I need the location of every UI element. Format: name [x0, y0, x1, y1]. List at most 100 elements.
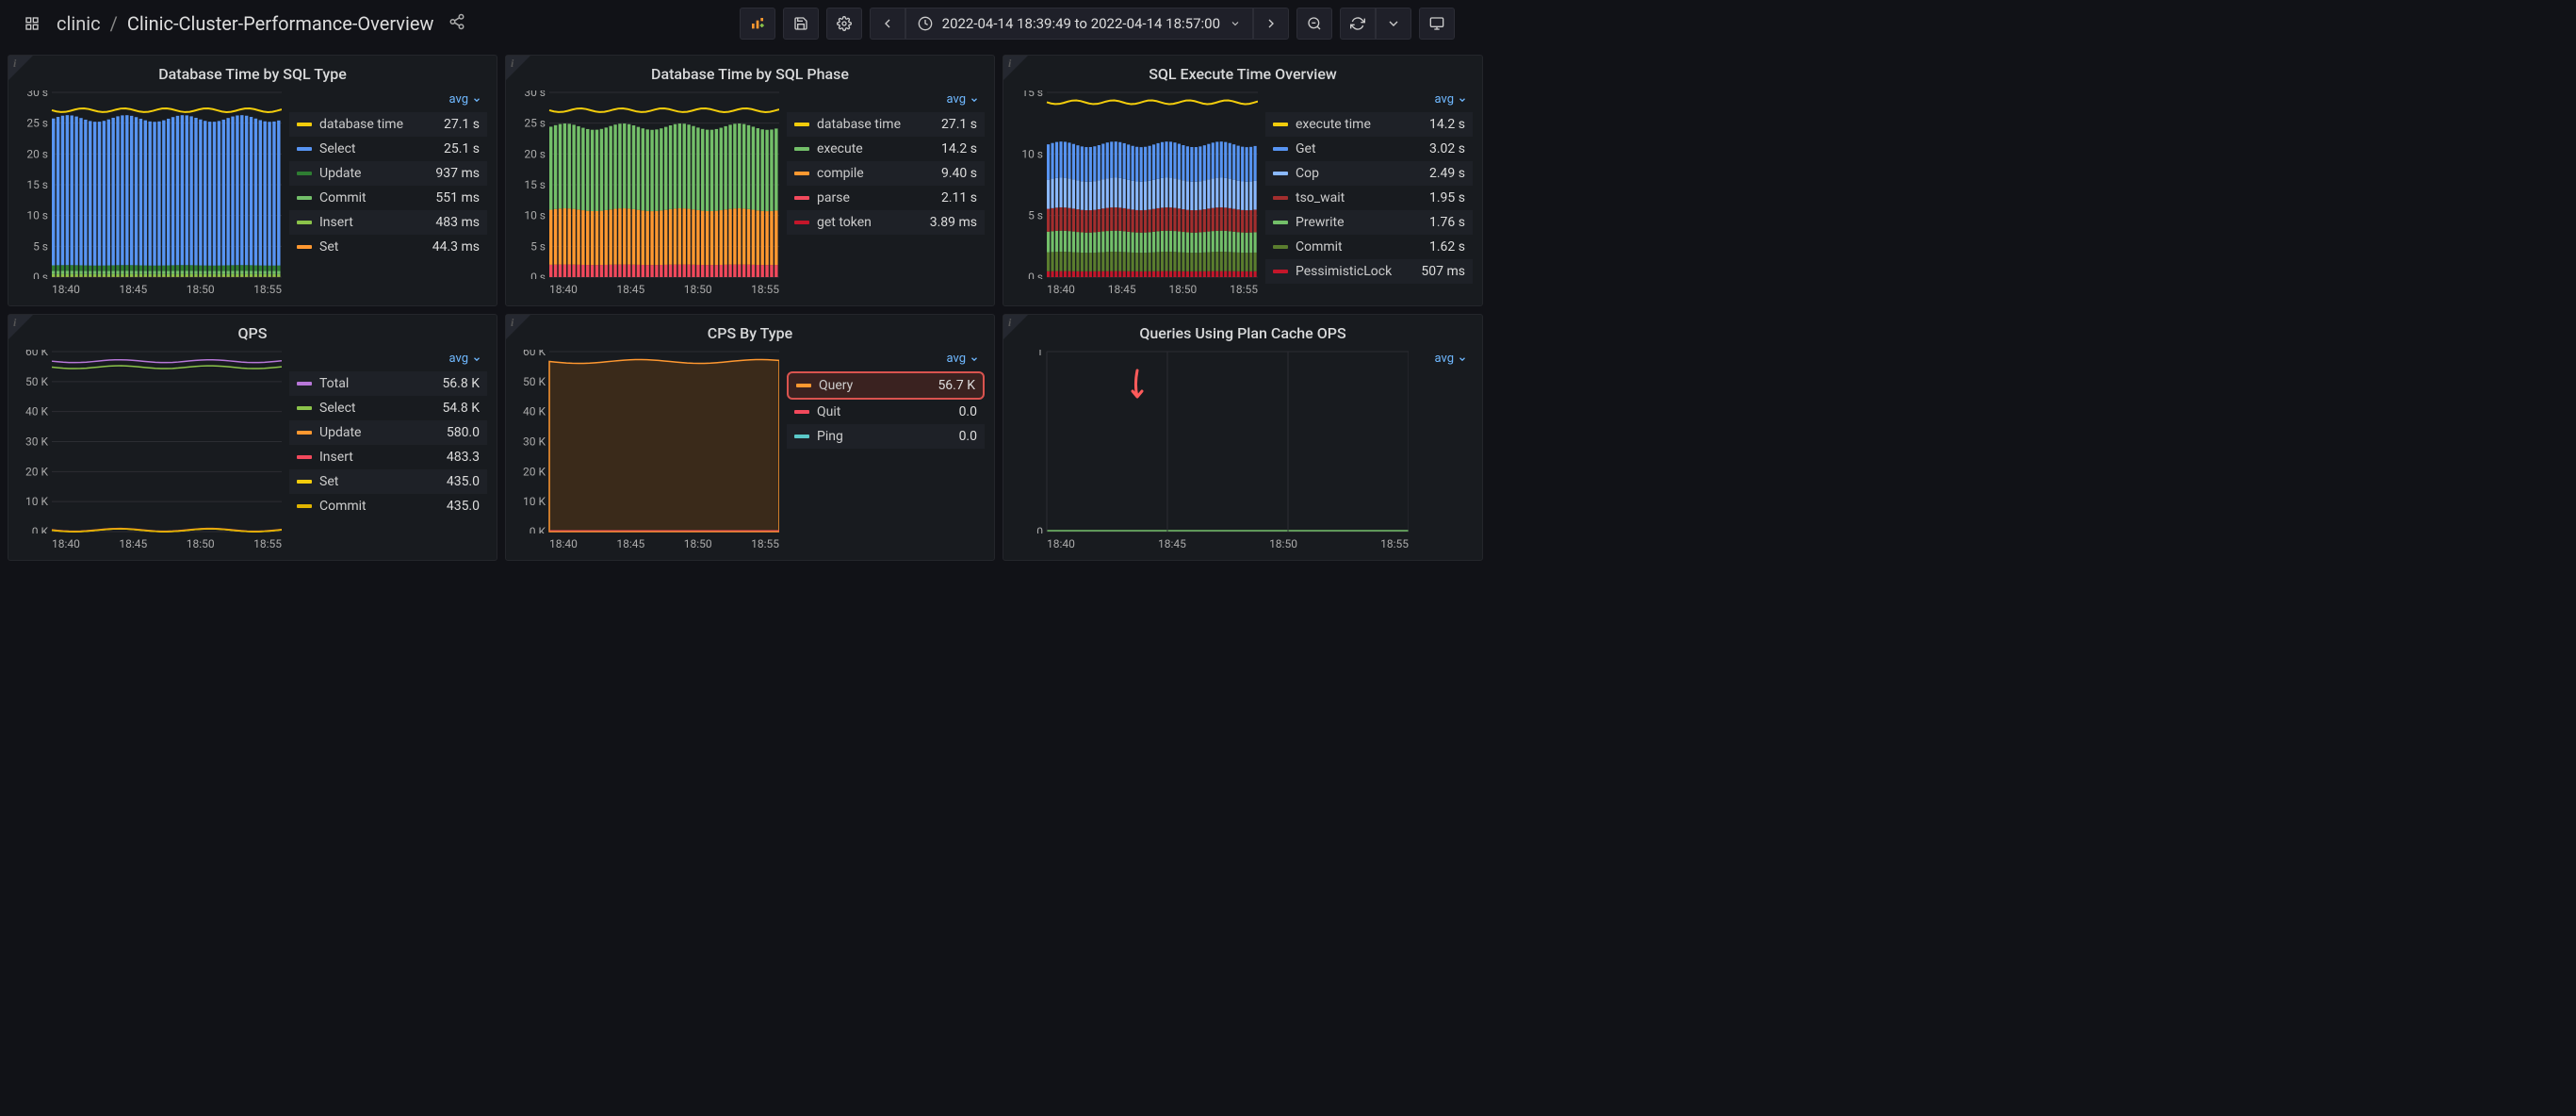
legend-swatch [1273, 245, 1288, 249]
zoom-out-button[interactable] [1296, 8, 1332, 40]
x-tick: 18:55 [1380, 537, 1409, 550]
chart-area[interactable]: 0 K10 K20 K30 K40 K50 K60 K 18:4018:4518… [515, 350, 779, 550]
legend-row[interactable]: Select 25.1 s [289, 137, 487, 161]
share-icon[interactable] [448, 12, 465, 35]
legend-row[interactable]: parse 2.11 s [787, 186, 985, 210]
legend-row[interactable]: Total 56.8 K [289, 371, 487, 396]
legend-label: database time [319, 117, 436, 132]
legend-label: Set [319, 239, 425, 254]
info-icon[interactable]: i [13, 57, 16, 71]
legend: avg Query 56.7 K Quit 0.0 Ping 0.0 [787, 350, 985, 550]
legend-row[interactable]: Commit 1.62 s [1265, 235, 1473, 259]
info-icon[interactable]: i [1008, 316, 1011, 330]
legend-value: 0.0 [959, 429, 977, 444]
info-icon[interactable]: i [511, 57, 514, 71]
legend-mode-label: avg [449, 92, 469, 107]
legend-label: Get [1296, 141, 1422, 156]
x-tick: 18:45 [616, 283, 644, 296]
x-tick: 18:45 [119, 283, 147, 296]
legend-row[interactable]: Insert 483.3 [289, 445, 487, 469]
legend-mode-selector[interactable]: avg [787, 90, 985, 112]
x-axis-ticks: 18:4018:4518:5018:55 [515, 279, 779, 296]
x-tick: 18:45 [616, 537, 644, 550]
save-dashboard-button[interactable] [783, 8, 819, 40]
chart-area[interactable]: 0 s5 s10 s15 s20 s25 s30 s 18:4018:4518:… [18, 90, 282, 296]
chart-area[interactable]: 0 s5 s10 s15 s20 s25 s30 s 18:4018:4518:… [515, 90, 779, 296]
legend-row[interactable]: Update 580.0 [289, 420, 487, 445]
legend-mode-label: avg [449, 352, 469, 366]
panel-title: QPS [18, 320, 487, 350]
cycle-view-button[interactable] [1419, 8, 1455, 40]
info-icon[interactable]: i [511, 316, 514, 330]
x-axis-ticks: 18:4018:4518:5018:55 [1013, 533, 1409, 550]
legend-row[interactable]: database time 27.1 s [289, 112, 487, 137]
x-tick: 18:55 [751, 283, 779, 296]
x-tick: 18:40 [549, 537, 578, 550]
chart-area[interactable]: 0 K10 K20 K30 K40 K50 K60 K 18:4018:4518… [18, 350, 282, 550]
time-range-back-button[interactable] [870, 8, 905, 40]
panel-sql-exec-time[interactable]: i SQL Execute Time Overview 0 s5 s10 s15… [1003, 55, 1483, 306]
legend-label: Cop [1296, 166, 1422, 181]
legend-row[interactable]: PessimisticLock 507 ms [1265, 259, 1473, 284]
legend-row[interactable]: Quit 0.0 [787, 400, 985, 424]
legend-row[interactable]: Update 937 ms [289, 161, 487, 186]
legend-value: 507 ms [1421, 264, 1465, 279]
legend-row[interactable]: Commit 435.0 [289, 494, 487, 518]
legend-value: 3.89 ms [930, 215, 977, 230]
legend-mode-selector[interactable]: avg [787, 350, 985, 371]
legend-row[interactable]: Get 3.02 s [1265, 137, 1473, 161]
breadcrumb-folder[interactable]: clinic [57, 12, 101, 35]
panel-qps[interactable]: i QPS 0 K10 K20 K30 K40 K50 K60 K 18:401… [8, 314, 497, 561]
refresh-button[interactable] [1340, 8, 1376, 40]
x-tick: 18:55 [1230, 283, 1258, 296]
legend-row[interactable]: Insert 483 ms [289, 210, 487, 235]
legend-row[interactable]: Ping 0.0 [787, 424, 985, 449]
legend-row[interactable]: compile 9.40 s [787, 161, 985, 186]
time-range-forward-button[interactable] [1253, 8, 1289, 40]
x-tick: 18:45 [1108, 283, 1136, 296]
chart-area[interactable]: 01 18:4018:4518:5018:55 [1013, 350, 1409, 550]
panel-db-time-sql-type[interactable]: i Database Time by SQL Type 0 s5 s10 s15… [8, 55, 497, 306]
svg-text:20 s: 20 s [26, 147, 48, 160]
legend-row[interactable]: Query 56.7 K [787, 371, 985, 400]
panel-title: CPS By Type [515, 320, 985, 350]
legend-row[interactable]: Prewrite 1.76 s [1265, 210, 1473, 235]
legend-row[interactable]: Select 54.8 K [289, 396, 487, 420]
legend-row[interactable]: Commit 551 ms [289, 186, 487, 210]
legend-row[interactable]: execute time 14.2 s [1265, 112, 1473, 137]
legend-row[interactable]: Cop 2.49 s [1265, 161, 1473, 186]
svg-text:5 s: 5 s [1028, 209, 1043, 222]
legend-row[interactable]: tso_wait 1.95 s [1265, 186, 1473, 210]
legend-mode-selector[interactable]: avg [289, 90, 487, 112]
legend-row[interactable]: Set 435.0 [289, 469, 487, 494]
svg-text:10 K: 10 K [523, 495, 546, 508]
panel-plan-cache-ops[interactable]: i Queries Using Plan Cache OPS 01 18:401… [1003, 314, 1483, 561]
x-tick: 18:40 [52, 537, 80, 550]
dashboard-grid-icon[interactable] [15, 8, 49, 40]
panel-db-time-sql-phase[interactable]: i Database Time by SQL Phase 0 s5 s10 s1… [505, 55, 995, 306]
legend-row[interactable]: database time 27.1 s [787, 112, 985, 137]
panel-cps-by-type[interactable]: i CPS By Type 0 K10 K20 K30 K40 K50 K60 … [505, 314, 995, 561]
svg-text:60 K: 60 K [25, 350, 48, 358]
svg-text:0 s: 0 s [530, 271, 546, 279]
panel-corner [506, 315, 530, 339]
dashboard-settings-button[interactable] [826, 8, 862, 40]
legend-row[interactable]: get token 3.89 ms [787, 210, 985, 235]
add-panel-button[interactable] [740, 8, 775, 40]
legend-row[interactable]: execute 14.2 s [787, 137, 985, 161]
info-icon[interactable]: i [1008, 57, 1011, 71]
refresh-interval-dropdown[interactable] [1376, 8, 1411, 40]
info-icon[interactable]: i [13, 316, 16, 330]
legend-row[interactable]: Set 44.3 ms [289, 235, 487, 259]
time-range-display[interactable]: 2022-04-14 18:39:49 to 2022-04-14 18:57:… [905, 8, 1253, 40]
breadcrumb-dashboard[interactable]: Clinic-Cluster-Performance-Overview [127, 12, 434, 35]
legend-swatch [1273, 172, 1288, 175]
time-range-text: 2022-04-14 18:39:49 to 2022-04-14 18:57:… [942, 15, 1220, 32]
legend-mode-selector[interactable]: avg [1416, 350, 1473, 371]
legend-mode-selector[interactable]: avg [1265, 90, 1473, 112]
legend-value: 435.0 [447, 474, 480, 489]
legend-swatch [794, 435, 809, 438]
chart-area[interactable]: 0 s5 s10 s15 s 18:4018:4518:5018:55 [1013, 90, 1258, 296]
legend-swatch [297, 480, 312, 484]
legend-mode-selector[interactable]: avg [289, 350, 487, 371]
